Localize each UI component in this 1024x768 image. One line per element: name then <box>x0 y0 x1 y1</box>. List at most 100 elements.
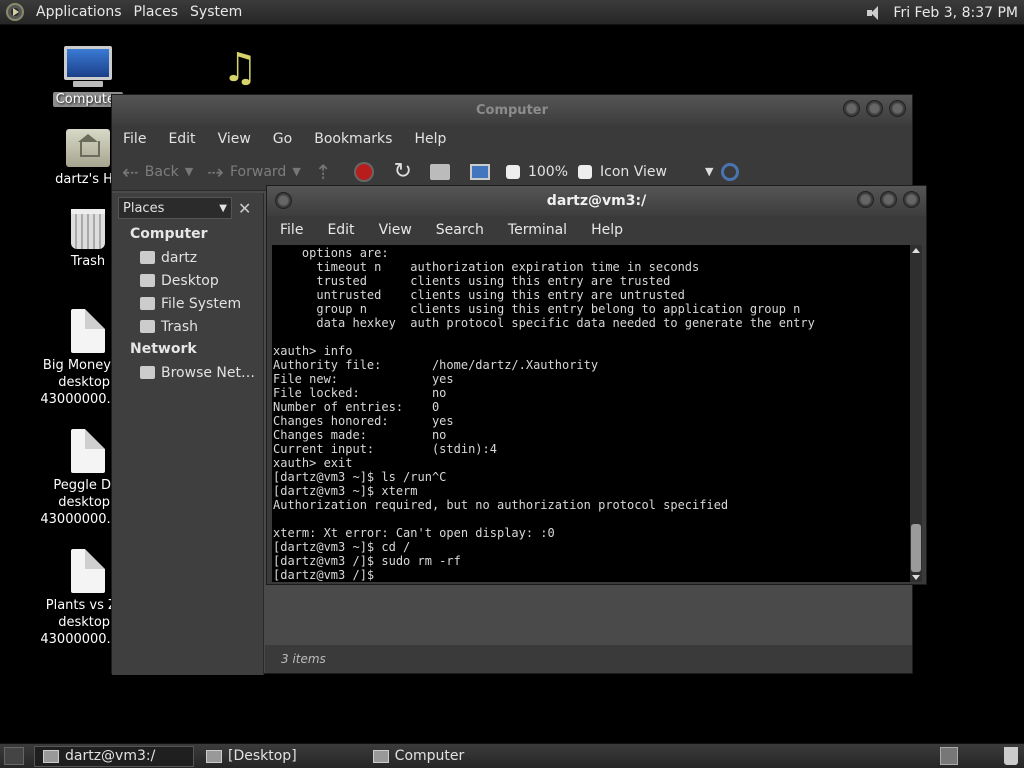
music-note-icon[interactable]: ♫ <box>222 48 258 88</box>
workspace-switcher[interactable] <box>940 747 958 765</box>
sidebar-item-browse-network[interactable]: Browse Net… <box>112 361 263 384</box>
home-folder-icon <box>66 129 110 167</box>
menu-search[interactable]: Search <box>436 222 484 238</box>
terminal-line: Changes honored: yes <box>273 414 454 428</box>
maximize-button[interactable] <box>880 191 897 208</box>
terminal-text: options are: timeout n authorization exp… <box>272 245 913 582</box>
menu-go[interactable]: Go <box>273 131 292 147</box>
computer-icon[interactable] <box>469 163 490 180</box>
forward-arrow-icon: ⇢ <box>207 159 224 184</box>
gnome-menu-icon[interactable] <box>6 3 24 21</box>
scroll-up-icon[interactable] <box>912 248 920 253</box>
file-manager-menubar: File Edit View Go Bookmarks Help <box>112 125 912 153</box>
forward-button[interactable]: ⇢ Forward ▼ <box>207 160 301 184</box>
reload-icon[interactable]: ↻ <box>394 159 412 184</box>
terminal-menubar: File Edit View Search Terminal Help <box>267 216 926 244</box>
menu-terminal[interactable]: Terminal <box>508 222 567 238</box>
window-title: dartz@vm3:/ <box>546 193 647 209</box>
terminal-line: untrusted clients using this entry are u… <box>273 288 685 302</box>
search-icon[interactable] <box>721 162 740 181</box>
terminal-line: File new: yes <box>273 372 454 386</box>
stop-icon[interactable] <box>353 161 374 182</box>
terminal-line: trusted clients using this entry are tru… <box>273 274 671 288</box>
terminal-line: Authorization required, but no authoriza… <box>273 498 729 512</box>
file-manager-titlebar[interactable]: Computer <box>112 95 912 125</box>
terminal-line: data hexkey auth protocol specific data … <box>273 316 815 330</box>
sidebar-item-filesystem[interactable]: File System <box>112 292 263 315</box>
close-icon[interactable]: ✕ <box>238 199 251 218</box>
menu-help[interactable]: Help <box>414 131 446 147</box>
volume-icon[interactable] <box>867 5 885 21</box>
terminal-line: File locked: no <box>273 386 447 400</box>
task-terminal[interactable]: dartz@vm3:/ <box>34 745 194 767</box>
menu-file[interactable]: File <box>123 131 146 147</box>
view-mode-select[interactable]: Icon View <box>600 164 667 180</box>
applications-menu[interactable]: Applications <box>36 4 122 20</box>
terminal-line: [dartz@vm3 ~]$ cd / <box>273 540 411 554</box>
zoom-in-icon[interactable] <box>578 164 593 179</box>
places-menu[interactable]: Places <box>134 4 179 20</box>
drive-icon <box>140 297 155 310</box>
top-panel: Applications Places System Fri Feb 3, 8:… <box>0 0 1024 25</box>
sidebar-section-header: Computer <box>130 226 208 242</box>
status-bar: 3 items <box>265 645 912 673</box>
sidebar-item-desktop[interactable]: Desktop <box>112 269 263 292</box>
back-button[interactable]: ⇠ Back ▼ <box>122 160 193 184</box>
terminal-output[interactable]: options are: timeout n authorization exp… <box>272 245 913 582</box>
network-icon <box>140 366 155 379</box>
trash-icon <box>140 320 155 333</box>
document-icon <box>71 429 105 473</box>
terminal-line: [dartz@vm3 ~]$ ls /run^C <box>273 470 447 484</box>
menu-edit[interactable]: Edit <box>168 131 195 147</box>
menu-edit[interactable]: Edit <box>327 222 354 238</box>
terminal-icon <box>43 749 59 763</box>
desktop-icon <box>140 274 155 287</box>
minimize-button[interactable] <box>843 100 860 117</box>
trash-icon <box>71 209 105 249</box>
maximize-button[interactable] <box>866 100 883 117</box>
bottom-panel: dartz@vm3:/ [Desktop] Computer <box>0 743 1024 768</box>
up-arrow-icon[interactable]: ⇡ <box>315 160 332 184</box>
trash-applet-icon[interactable] <box>1004 747 1018 765</box>
terminal-titlebar[interactable]: dartz@vm3:/ <box>267 186 926 216</box>
terminal-window: dartz@vm3:/ File Edit View Search Termin… <box>266 185 927 585</box>
zoom-out-icon[interactable] <box>505 164 520 179</box>
zoom-level[interactable]: 100% <box>528 164 568 180</box>
system-menu[interactable]: System <box>190 4 242 20</box>
sidebar-item-dartz[interactable]: dartz <box>112 246 263 269</box>
terminal-line: [dartz@vm3 /]$ sudo rm -rf <box>273 554 461 568</box>
chevron-down-icon[interactable]: ▼ <box>705 165 713 178</box>
sidebar-section-header: Network <box>130 341 197 357</box>
desktop-icon-label: Trash <box>70 254 106 269</box>
close-button[interactable] <box>903 191 920 208</box>
scrollbar-thumb[interactable] <box>911 524 921 572</box>
back-arrow-icon: ⇠ <box>122 159 139 184</box>
terminal-line: xauth> exit <box>273 456 353 470</box>
dropdown-arrow-icon[interactable]: ▼ <box>185 165 193 178</box>
menu-bookmarks[interactable]: Bookmarks <box>314 131 392 147</box>
terminal-line: Current input: (stdin):4 <box>273 442 497 456</box>
sidebar-item-trash[interactable]: Trash <box>112 315 263 338</box>
home-icon <box>140 251 155 264</box>
minimize-button[interactable] <box>857 191 874 208</box>
menu-file[interactable]: File <box>280 222 303 238</box>
show-desktop-button[interactable] <box>4 747 24 765</box>
terminal-line: [dartz@vm3 /]$ <box>273 568 382 582</box>
places-combo[interactable]: Places ▼ <box>118 197 232 219</box>
menu-view[interactable]: View <box>379 222 412 238</box>
task-desktop[interactable]: [Desktop] <box>198 746 305 767</box>
home-icon[interactable] <box>429 163 450 180</box>
dropdown-arrow-icon[interactable]: ▼ <box>292 165 300 178</box>
window-menu-button[interactable] <box>275 192 292 209</box>
menu-view[interactable]: View <box>218 131 251 147</box>
clock[interactable]: Fri Feb 3, 8:37 PM <box>893 5 1018 21</box>
window-title: Computer <box>475 102 549 118</box>
menu-help[interactable]: Help <box>591 222 623 238</box>
chevron-down-icon: ▼ <box>219 202 227 214</box>
close-button[interactable] <box>889 100 906 117</box>
task-computer[interactable]: Computer <box>365 746 473 767</box>
scroll-down-icon[interactable] <box>912 575 920 580</box>
terminal-scrollbar[interactable] <box>910 245 922 582</box>
